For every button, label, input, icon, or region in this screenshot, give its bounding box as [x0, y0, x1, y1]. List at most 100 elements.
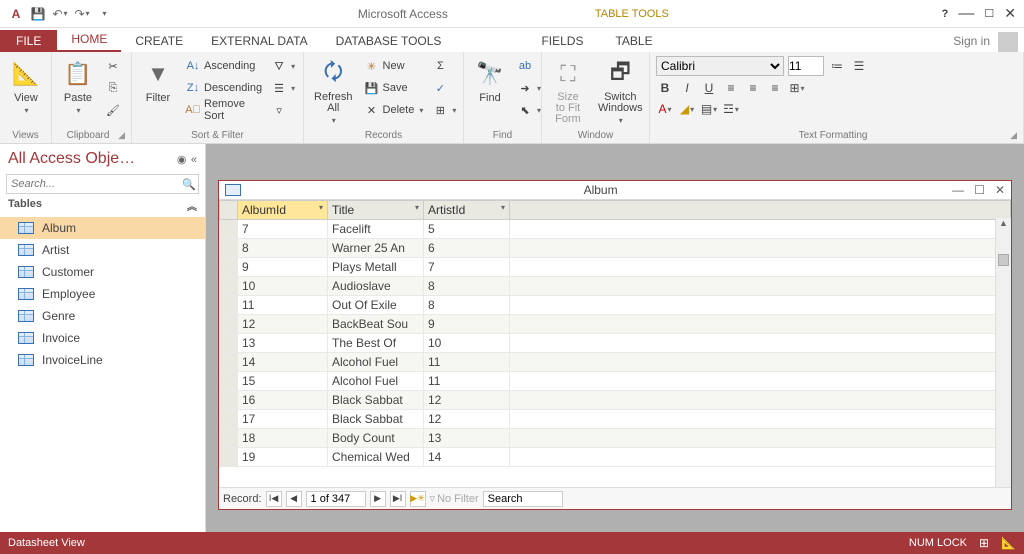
user-avatar-icon[interactable] [998, 32, 1018, 52]
row-selector[interactable] [220, 391, 238, 410]
nav-item-employee[interactable]: Employee [0, 283, 205, 305]
switch-windows-button[interactable]: 🗗 Switch Windows ▾ [594, 56, 647, 127]
cell[interactable]: 15 [238, 372, 328, 391]
cell[interactable]: Alcohol Fuel [328, 353, 424, 372]
cell[interactable]: 9 [424, 315, 510, 334]
table-row[interactable]: 13The Best Of 10 [220, 334, 1011, 353]
cell[interactable]: 13 [424, 429, 510, 448]
table-row[interactable]: 19Chemical Wed14 [220, 448, 1011, 467]
row-selector[interactable] [220, 429, 238, 448]
paste-button[interactable]: 📋 Paste ▾ [58, 56, 98, 117]
nav-first-button[interactable]: I◀ [266, 491, 282, 507]
nav-next-button[interactable]: ▶ [370, 491, 386, 507]
cell[interactable]: BackBeat Sou [328, 315, 424, 334]
window-minimize-icon[interactable]: — [958, 5, 974, 23]
cell[interactable]: 10 [238, 277, 328, 296]
record-position-input[interactable] [306, 491, 366, 507]
tab-file[interactable]: FILE [0, 30, 57, 52]
nav-search[interactable]: 🔍 [6, 174, 199, 194]
table-row[interactable]: 11Out Of Exile8 [220, 296, 1011, 315]
nav-item-invoiceline[interactable]: InvoiceLine [0, 349, 205, 371]
nav-collapse-icon[interactable]: « [191, 154, 197, 166]
new-record-button[interactable]: ✳New [363, 56, 426, 76]
nav-item-invoice[interactable]: Invoice [0, 327, 205, 349]
cell[interactable]: 11 [424, 372, 510, 391]
find-button[interactable]: 🔭 Find [470, 56, 510, 106]
undo-icon[interactable]: ↶▾ [52, 6, 68, 22]
cell[interactable]: The Best Of [328, 334, 424, 353]
row-selector[interactable] [220, 353, 238, 372]
nav-header[interactable]: All Access Obje… ◉ « [0, 144, 205, 174]
cell[interactable]: 9 [238, 258, 328, 277]
design-view-switch-icon[interactable]: 📐 [1001, 536, 1016, 550]
cell[interactable]: 8 [238, 239, 328, 258]
row-selector[interactable] [220, 277, 238, 296]
cell[interactable]: 7 [424, 258, 510, 277]
format-painter-button[interactable]: 🖌 [104, 100, 122, 120]
tab-fields[interactable]: FIELDS [527, 30, 597, 52]
view-button[interactable]: 📐 View ▾ [6, 56, 46, 117]
goto-button[interactable]: ➜▾ [516, 78, 543, 98]
column-dropdown-icon[interactable]: ▾ [319, 203, 323, 212]
cell[interactable]: 6 [424, 239, 510, 258]
filter-button[interactable]: ▼ Filter [138, 56, 178, 106]
row-selector[interactable] [220, 258, 238, 277]
font-color-button[interactable]: A▾ [656, 100, 674, 118]
nav-prev-button[interactable]: ◀ [286, 491, 302, 507]
copy-button[interactable]: ⎘ [104, 78, 122, 98]
row-selector[interactable] [220, 239, 238, 258]
column-header-artistid[interactable]: ArtistId▾ [424, 201, 510, 220]
vertical-scrollbar[interactable]: ▲ [995, 218, 1011, 487]
column-header-title[interactable]: Title▾ [328, 201, 424, 220]
tab-home[interactable]: HOME [57, 28, 121, 52]
size-to-fit-button[interactable]: ⛶ Size to Fit Form [548, 56, 588, 127]
cell[interactable]: 12 [238, 315, 328, 334]
filter-indicator[interactable]: ▿No Filter [430, 492, 479, 505]
cell[interactable]: 5 [424, 220, 510, 239]
nav-item-artist[interactable]: Artist [0, 239, 205, 261]
qat-customize-icon[interactable]: ▾ [96, 6, 112, 22]
underline-button[interactable]: U [700, 79, 718, 97]
child-close-icon[interactable]: ✕ [995, 183, 1005, 197]
search-icon[interactable]: 🔍 [180, 178, 198, 191]
help-icon[interactable]: ? [942, 8, 949, 20]
column-header-albumid[interactable]: AlbumId▾ [238, 201, 328, 220]
row-selector[interactable] [220, 334, 238, 353]
cell[interactable]: 17 [238, 410, 328, 429]
nav-item-album[interactable]: Album [0, 217, 205, 239]
align-right-button[interactable]: ≡ [766, 79, 784, 97]
align-center-button[interactable]: ≡ [744, 79, 762, 97]
redo-icon[interactable]: ↷▾ [74, 6, 90, 22]
cell[interactable]: Plays Metall [328, 258, 424, 277]
font-family-select[interactable]: Calibri [656, 56, 784, 76]
cell[interactable]: 16 [238, 391, 328, 410]
row-selector[interactable] [220, 315, 238, 334]
spelling-button[interactable]: ✓ [431, 78, 458, 98]
table-row[interactable]: 12BackBeat Sou9 [220, 315, 1011, 334]
window-maximize-icon[interactable]: ☐ [984, 7, 994, 20]
sign-in-link[interactable]: Sign in [945, 30, 998, 52]
column-dropdown-icon[interactable]: ▾ [415, 203, 419, 212]
cell[interactable]: 19 [238, 448, 328, 467]
cell[interactable]: Alcohol Fuel [328, 372, 424, 391]
numbered-list-icon[interactable]: ☰ [850, 57, 868, 75]
tab-external-data[interactable]: EXTERNAL DATA [197, 30, 321, 52]
table-row[interactable]: 15Alcohol Fuel11 [220, 372, 1011, 391]
cell[interactable]: Black Sabbat [328, 410, 424, 429]
toggle-filter-button[interactable]: ▿ [270, 100, 297, 120]
format-control-button[interactable]: ☲▾ [722, 100, 740, 118]
cell[interactable]: Out Of Exile [328, 296, 424, 315]
delete-button[interactable]: ✕Delete▾ [363, 100, 426, 120]
cell[interactable]: Facelift [328, 220, 424, 239]
textfmt-launcher-icon[interactable]: ◢ [1010, 130, 1017, 141]
row-selector[interactable] [220, 410, 238, 429]
advanced-filter-button[interactable]: ☰▾ [270, 78, 297, 98]
table-row[interactable]: 7Facelift5 [220, 220, 1011, 239]
selection-filter-button[interactable]: 🜄▾ [270, 56, 297, 76]
nav-search-input[interactable] [7, 176, 180, 192]
scroll-up-icon[interactable]: ▲ [996, 218, 1011, 228]
cell[interactable]: 7 [238, 220, 328, 239]
tab-table[interactable]: TABLE [601, 30, 666, 52]
bold-button[interactable]: B [656, 79, 674, 97]
tab-create[interactable]: CREATE [121, 30, 197, 52]
